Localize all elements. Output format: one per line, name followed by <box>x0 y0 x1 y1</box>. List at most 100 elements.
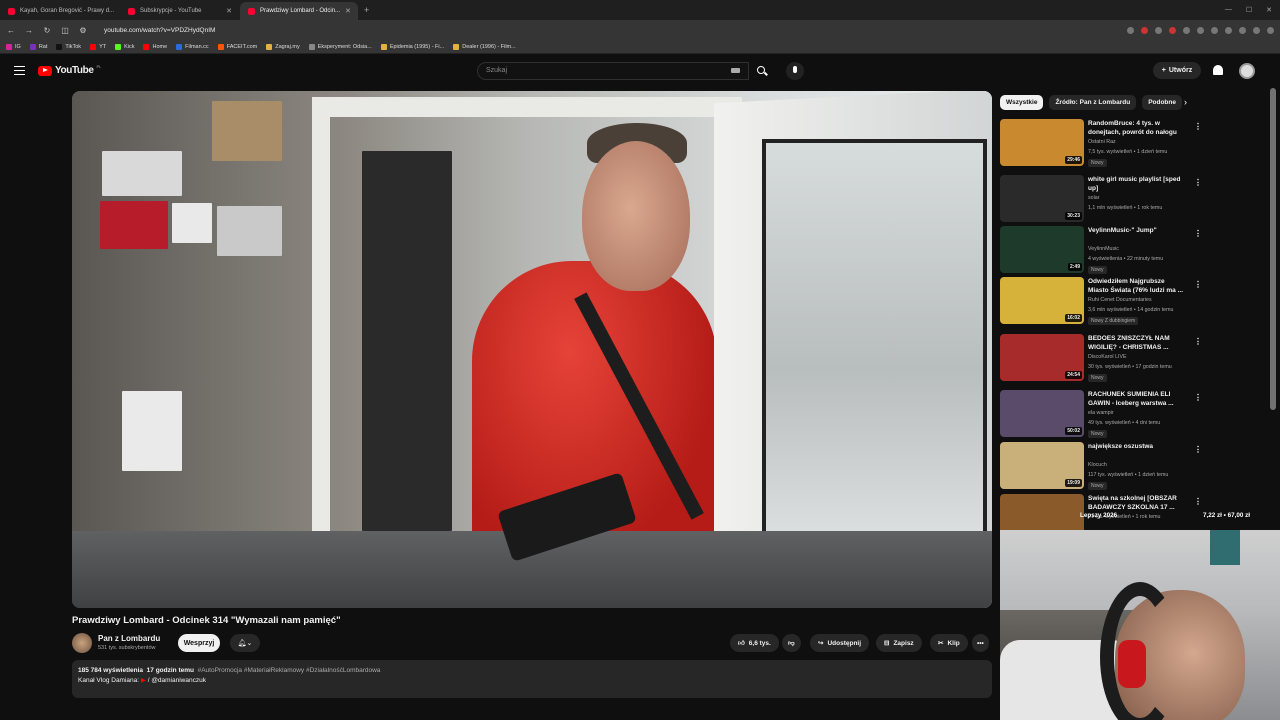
video-thumbnail[interactable]: 50:02 <box>1000 390 1084 437</box>
maximize-icon[interactable]: ☐ <box>1246 6 1252 14</box>
recommended-video[interactable]: 19:09 największe oszustwa Klocuch 117 tys. … <box>1000 442 1202 492</box>
hashtags[interactable]: #AutoPromocja #MateriałReklamowy #Działa… <box>198 667 381 674</box>
chip-from-channel[interactable]: Źródło: Pan z Lombardu <box>1049 95 1137 110</box>
recommended-video-title[interactable]: white girl music playlist [sped up] <box>1088 176 1184 193</box>
more-vertical-icon[interactable]: ⋮ <box>1194 178 1202 187</box>
bookmark-item[interactable]: Filman.cc <box>176 43 209 50</box>
subscription-bell-button[interactable]: 🔔︎ ⌄ <box>230 634 260 652</box>
account-avatar[interactable] <box>1239 63 1255 79</box>
support-button[interactable]: Wesprzyj <box>178 634 220 652</box>
bookmark-item[interactable]: Home <box>143 43 167 50</box>
url-field[interactable]: youtube.com/watch?v=VPDZHydQnIM <box>104 27 215 34</box>
back-icon[interactable]: ← <box>6 26 16 35</box>
like-button[interactable]: 👍︎ 6,6 tys. <box>730 634 779 652</box>
reload-icon[interactable]: ↻ <box>42 26 52 35</box>
bookmark-item[interactable]: Zagraj.my <box>266 43 300 50</box>
channel-link[interactable]: / @damianiwanczuk <box>148 677 206 684</box>
close-tab-icon[interactable]: ✕ <box>345 7 351 15</box>
recommended-video-title[interactable]: VeylinnMusic-" Jump" <box>1088 227 1184 236</box>
new-tab-icon[interactable]: + <box>358 5 375 15</box>
recommended-video-title[interactable]: RACHUNEK SUMIENIA ELI GAWIN - Iceberg wa… <box>1088 391 1184 408</box>
bookmark-item[interactable]: FACEIT.com <box>217 43 257 50</box>
clip-button[interactable]: ✂ Klip <box>930 634 968 652</box>
close-tab-icon[interactable]: ✕ <box>226 7 232 15</box>
recommended-video[interactable]: 2:49 VeylinnMusic-" Jump" VeylinnMusic 4 wy… <box>1000 226 1202 276</box>
bookmark-icon[interactable]: ◫ <box>60 26 70 35</box>
recommended-channel[interactable]: Ruhi Cenet Documentaries <box>1088 297 1152 303</box>
recommended-video-title[interactable]: BEDOES ZNISZCZYŁ NAM WIGILIĘ? - CHRISTMA… <box>1088 335 1184 352</box>
more-actions-button[interactable]: ••• <box>972 634 989 652</box>
extension-icon[interactable] <box>1225 26 1232 34</box>
recommended-video-title[interactable]: Święta na szkolnej [OBSZAR BADAWCZY SZKO… <box>1088 495 1184 512</box>
forward-icon[interactable]: → <box>24 26 34 35</box>
youtube-logo[interactable]: YouTube PL <box>38 64 101 76</box>
recommended-video-title[interactable]: Odwiedziłem Najgrubsze Miasto Świata (76… <box>1088 278 1184 295</box>
bookmark-item[interactable]: YT <box>90 43 106 50</box>
bookmark-item[interactable]: IG <box>6 43 21 50</box>
video-thumbnail[interactable]: 30:23 <box>1000 175 1084 222</box>
channel-avatar[interactable] <box>72 633 92 653</box>
extension-icon[interactable] <box>1211 26 1218 34</box>
video-thumbnail[interactable]: 24:54 <box>1000 334 1084 381</box>
extension-icon[interactable] <box>1197 26 1204 34</box>
recommended-video[interactable]: 30:23 white girl music playlist [sped up]… <box>1000 175 1202 225</box>
share-button[interactable]: ↪ Udostępnij <box>810 634 870 652</box>
extension-icon[interactable] <box>1141 26 1148 34</box>
save-button[interactable]: ⊟ Zapisz <box>876 634 922 652</box>
close-window-icon[interactable]: ✕ <box>1266 6 1272 14</box>
chevron-right-icon[interactable]: › <box>1184 97 1187 107</box>
keyboard-icon[interactable] <box>731 68 740 73</box>
recommended-video-title[interactable]: największe oszustwa <box>1088 443 1184 452</box>
browser-tab-1[interactable]: Kayah, Goran Bregović - Prawy d...✕ <box>0 2 120 20</box>
more-vertical-icon[interactable]: ⋮ <box>1194 122 1202 131</box>
voice-search-icon[interactable] <box>786 62 804 80</box>
extension-icon[interactable] <box>1169 26 1176 34</box>
search-input[interactable]: Szukaj <box>477 62 749 80</box>
extension-icon[interactable] <box>1183 26 1190 34</box>
chip-all[interactable]: Wszystkie <box>1000 95 1044 110</box>
extension-icon[interactable] <box>1267 26 1274 34</box>
video-thumbnail[interactable]: 19:09 <box>1000 442 1084 489</box>
notifications-bell-icon[interactable] <box>1213 65 1223 75</box>
search-icon[interactable] <box>757 66 765 74</box>
browser-tab-2[interactable]: Subskrypcje - YouTube ✕ <box>120 2 240 20</box>
extension-icon[interactable] <box>1155 26 1162 34</box>
bookmark-item[interactable]: Dealer (1996) - Film... <box>453 43 516 50</box>
more-vertical-icon[interactable]: ⋮ <box>1194 337 1202 346</box>
more-vertical-icon[interactable]: ⋮ <box>1194 497 1202 506</box>
video-thumbnail[interactable]: 16:02 <box>1000 277 1084 324</box>
more-vertical-icon[interactable]: ⋮ <box>1194 393 1202 402</box>
video-thumbnail[interactable]: 2:49 <box>1000 226 1084 273</box>
recommended-video[interactable]: 16:02 Odwiedziłem Najgrubsze Miasto Świat… <box>1000 277 1202 327</box>
extension-icon[interactable] <box>1253 26 1260 34</box>
recommended-video-title[interactable]: RandomBruce: 4 tys. w donejtach, powrót … <box>1088 120 1184 137</box>
page-scrollbar[interactable] <box>1270 88 1276 410</box>
recommended-channel[interactable]: solar <box>1088 195 1099 201</box>
recommended-video[interactable]: 24:54 BEDOES ZNISZCZYŁ NAM WIGILIĘ? - CHR… <box>1000 334 1202 384</box>
extension-icon[interactable] <box>1239 26 1246 34</box>
recommended-channel[interactable]: DiscoKarol LIVE <box>1088 354 1127 360</box>
description-box[interactable]: 185 784 wyświetlenia 17 godzin temu #Aut… <box>72 660 992 698</box>
chip-related[interactable]: Podobne <box>1142 95 1182 110</box>
recommended-video[interactable]: 50:02 RACHUNEK SUMIENIA ELI GAWIN - Icebe… <box>1000 390 1202 440</box>
site-info-icon[interactable]: ⚙ <box>78 26 88 35</box>
hamburger-menu-icon[interactable] <box>14 66 25 75</box>
dislike-button[interactable]: 👎︎ <box>782 634 801 652</box>
more-vertical-icon[interactable]: ⋮ <box>1194 445 1202 454</box>
recommended-channel[interactable]: Klocuch <box>1088 462 1107 468</box>
recommended-channel[interactable]: ela wampir <box>1088 410 1114 416</box>
video-player[interactable] <box>72 91 992 608</box>
browser-tab-3-active[interactable]: Prawdziwy Lombard - Odcin... ✕ <box>240 2 358 20</box>
recommended-channel[interactable]: Ostatni Raz <box>1088 139 1116 145</box>
bookmark-item[interactable]: Kick <box>115 43 134 50</box>
recommended-video[interactable]: 29:46 RandomBruce: 4 tys. w donejtach, po… <box>1000 119 1202 169</box>
minimize-icon[interactable]: — <box>1225 6 1232 14</box>
bookmark-item[interactable]: Rat <box>29 43 47 50</box>
channel-name[interactable]: Pan z Lombardu <box>98 634 160 643</box>
video-thumbnail[interactable]: 29:46 <box>1000 119 1084 166</box>
bookmark-item[interactable]: Eksperyment: Odsia... <box>308 43 372 50</box>
create-button[interactable]: + Utwórz <box>1153 62 1201 79</box>
recommended-channel[interactable]: VeylinnMusic <box>1088 246 1119 252</box>
bookmark-item[interactable]: Epidemia (1995) - Fi... <box>380 43 444 50</box>
bookmark-item[interactable]: TikTok <box>56 43 81 50</box>
